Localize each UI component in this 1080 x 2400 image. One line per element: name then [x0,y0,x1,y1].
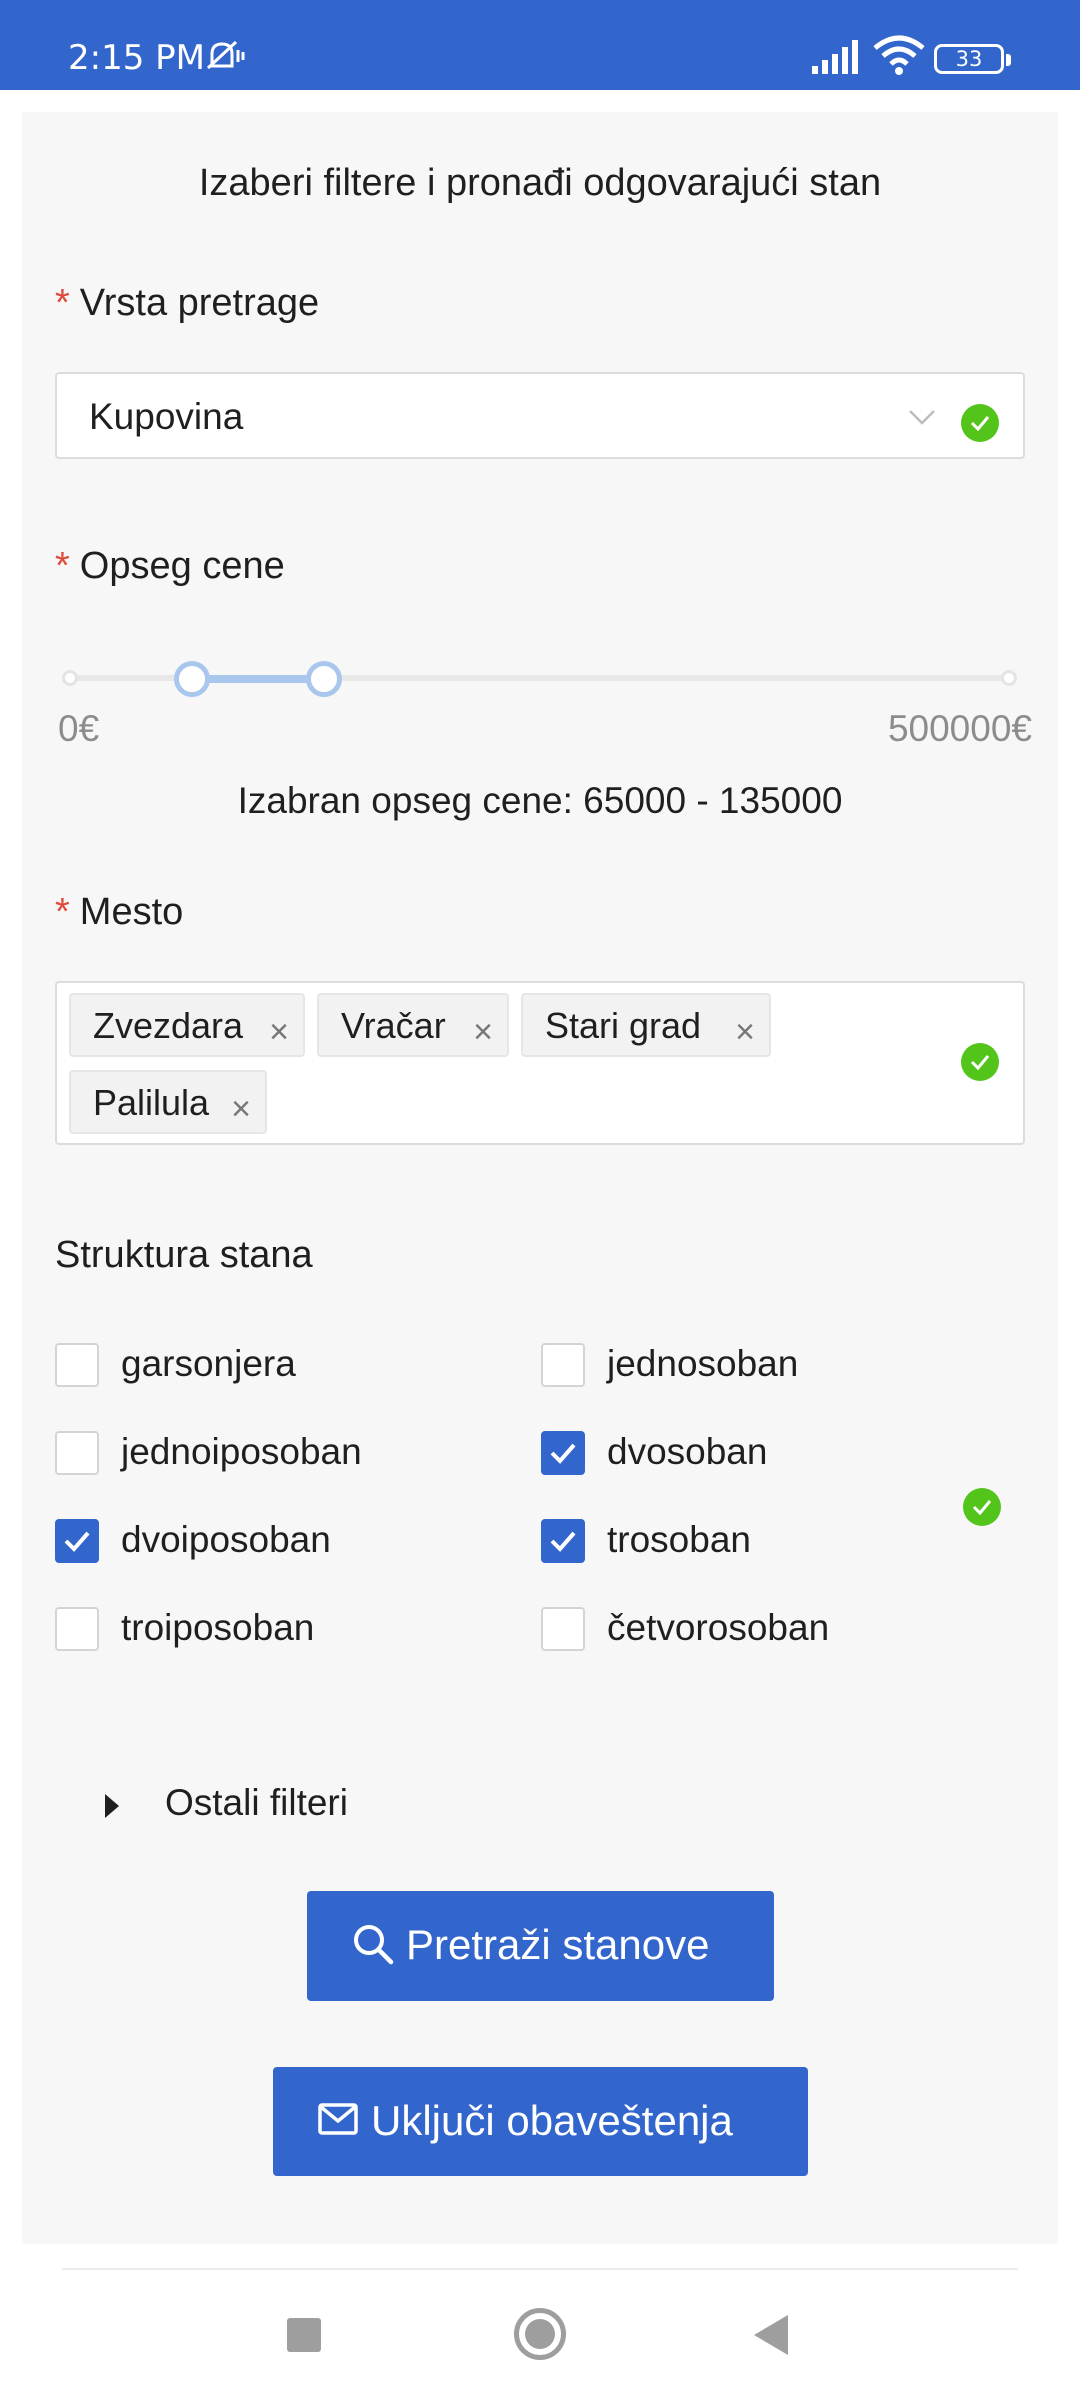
valid-check-icon [961,1043,999,1081]
required-marker: * [55,891,70,933]
price-range-label: * Opseg cene [55,545,285,587]
mail-icon [318,2103,358,2135]
checkbox[interactable] [541,1519,585,1563]
notifications-muted-icon [206,40,245,70]
price-slider-low-handle[interactable] [174,661,211,697]
structure-label: Struktura stana [55,1234,313,1276]
search-type-select[interactable]: Kupovina [55,372,1025,459]
recent-apps-button[interactable] [287,2318,321,2352]
price-min-label: 0€ [58,708,100,749]
battery-icon: 33 [934,44,1011,74]
status-time: 2:15 PM [68,38,205,78]
location-tag: Palilula × [69,1070,267,1134]
search-type-label: * Vrsta pretrage [55,282,320,324]
caret-right-icon [105,1794,119,1818]
location-tag: Zvezdara × [69,993,305,1057]
location-tag: Vračar × [317,993,509,1057]
checkbox[interactable] [55,1431,99,1475]
checkbox[interactable] [541,1343,585,1387]
price-range-summary: Izabran opseg cene: 65000 - 135000 [237,780,843,821]
checkmark-icon [550,1443,576,1464]
checkmark-icon [550,1531,576,1552]
price-max-label: 500000€ [887,708,1032,749]
price-slider-max-dot [1001,670,1017,686]
home-button[interactable] [514,2308,566,2360]
checkbox[interactable] [541,1431,585,1475]
remove-tag-icon[interactable]: × [231,1090,251,1129]
search-apartments-button[interactable]: Pretraži stanove [307,1891,774,2001]
checkmark-icon [64,1531,90,1552]
status-bar: 2:15 PM 33 [0,0,1080,90]
more-filters-label: Ostali filteri [165,1782,348,1823]
enable-notifications-button[interactable]: Uključi obaveštenja [273,2067,808,2176]
signal-icon [812,40,858,74]
remove-tag-icon[interactable]: × [269,1013,289,1052]
price-slider-track [192,675,324,683]
intro-text: Izaberi filtere i pronađi odgovarajući s… [198,162,882,204]
location-tag: Stari grad × [521,993,771,1057]
valid-check-icon [961,404,999,442]
wifi-icon [873,35,925,75]
checkbox[interactable] [55,1519,99,1563]
required-marker: * [55,545,70,587]
price-slider-min-dot [62,670,78,686]
checkbox[interactable] [541,1607,585,1651]
nav-divider [62,2268,1018,2270]
search-icon [354,1925,394,1965]
price-slider-high-handle[interactable] [305,661,342,697]
back-button[interactable] [754,2315,788,2355]
checkbox[interactable] [55,1343,99,1387]
remove-tag-icon[interactable]: × [473,1013,493,1052]
location-label: * Mesto [55,891,184,933]
location-multiselect[interactable]: Zvezdara × Vračar × Stari grad × Palilul… [55,981,1025,1145]
remove-tag-icon[interactable]: × [735,1013,755,1052]
required-marker: * [55,282,70,324]
checkbox[interactable] [55,1607,99,1651]
valid-check-icon [963,1488,1001,1526]
chevron-down-icon [909,410,935,425]
search-type-value: Kupovina [89,396,244,437]
